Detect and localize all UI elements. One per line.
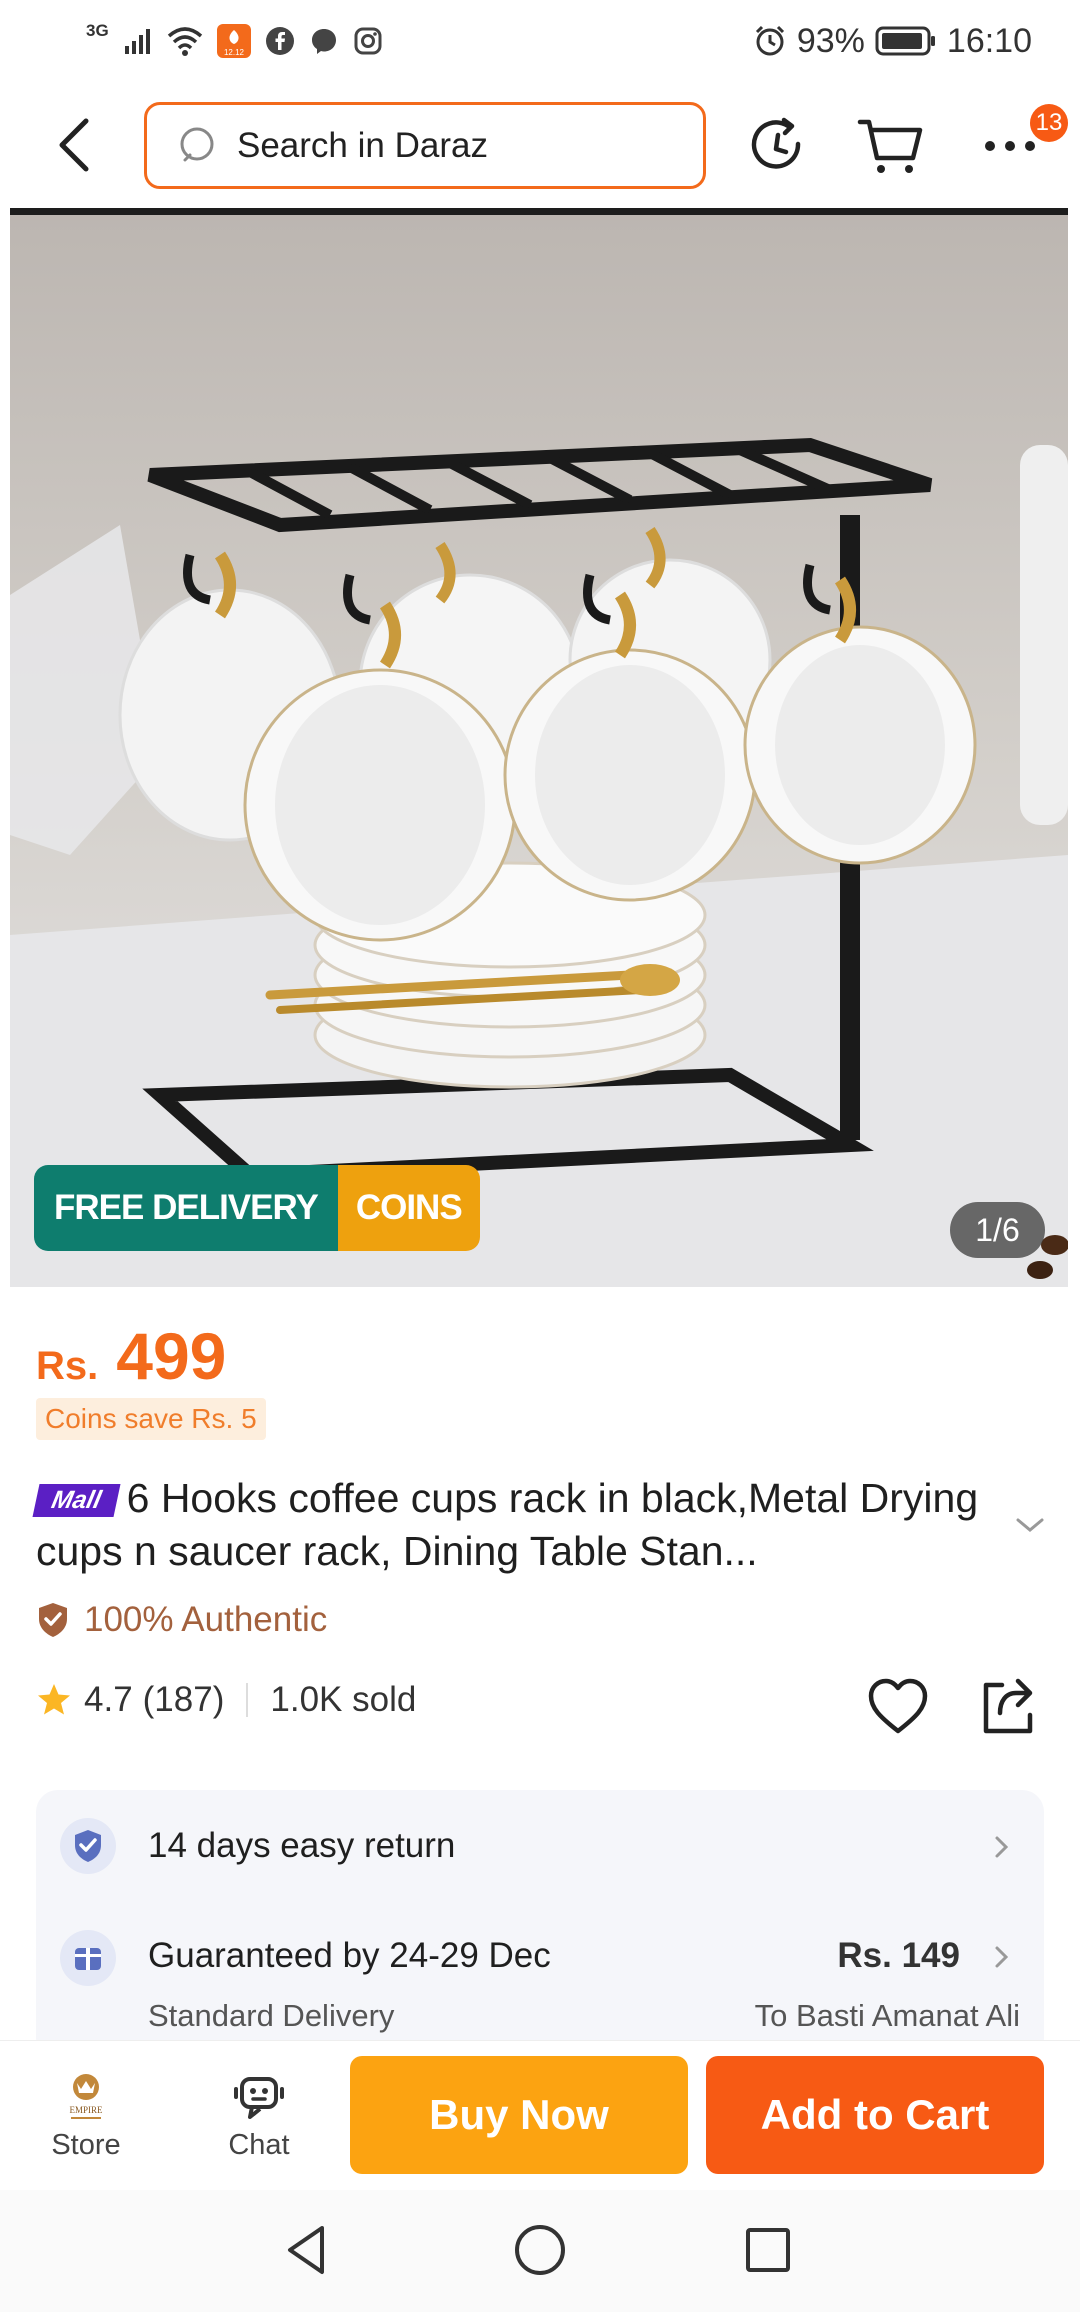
battery-percent: 93% xyxy=(796,21,865,60)
shield-check-icon xyxy=(39,1603,67,1637)
sold-count: 1.0K sold xyxy=(270,1680,417,1719)
coins-save-badge: Coins save Rs. 5 xyxy=(36,1398,266,1440)
bottom-action-bar: EMPIRE Store Chat Buy Now Add to Cart xyxy=(0,2040,1080,2190)
svg-text:EMPIRE: EMPIRE xyxy=(69,2105,103,2115)
facebook-icon xyxy=(265,26,295,56)
price: Rs. 499 xyxy=(36,1318,226,1394)
search-placeholder: Search in Daraz xyxy=(237,125,488,165)
wishlist-heart-icon[interactable] xyxy=(866,1675,930,1739)
back-button[interactable] xyxy=(44,110,104,180)
chat-label: Chat xyxy=(228,2129,290,2161)
rating-value: 4.7 xyxy=(84,1680,133,1719)
signal-icon xyxy=(123,26,153,56)
return-policy-row[interactable]: 14 days easy return xyxy=(60,1818,1020,1878)
alarm-icon xyxy=(753,24,787,58)
product-title-text: 6 Hooks coffee cups rack in black,Metal … xyxy=(36,1475,979,1574)
nav-recents-icon[interactable] xyxy=(738,2220,798,2280)
share-icon[interactable] xyxy=(976,1675,1038,1739)
divider xyxy=(10,208,1068,215)
top-nav: Search in Daraz xyxy=(0,82,1080,208)
chat-robot-icon xyxy=(234,2077,284,2119)
nav-home-icon[interactable] xyxy=(510,2220,570,2280)
status-bar: 3G 12.12 93% 16:10 xyxy=(0,0,1080,82)
messenger-icon xyxy=(309,26,339,56)
wifi-icon xyxy=(167,26,203,56)
free-delivery-tag: FREE DELIVERY xyxy=(34,1165,338,1251)
network-type: 3G xyxy=(86,21,109,40)
separator xyxy=(246,1683,249,1717)
image-counter: 1/6 xyxy=(950,1202,1045,1258)
notification-badge: 13 xyxy=(1030,104,1068,142)
service-info-card: 14 days easy return Guaranteed by 24-29 … xyxy=(36,1790,1044,2060)
delivery-box-icon xyxy=(60,1930,116,1986)
daraz-app-icon: 12.12 xyxy=(216,24,251,58)
more-dots-icon xyxy=(985,141,1035,151)
history-button[interactable] xyxy=(744,112,812,180)
authentic-badge: 100% Authentic xyxy=(36,1600,327,1640)
delivery-type: Standard Delivery xyxy=(148,1998,395,2033)
return-text: 14 days easy return xyxy=(148,1826,456,1865)
product-title[interactable]: Mall 6 Hooks coffee cups rack in black,Me… xyxy=(32,1472,996,1578)
clock: 16:10 xyxy=(946,21,1032,60)
cart-icon xyxy=(857,119,923,173)
chat-button[interactable]: Chat xyxy=(214,2069,304,2162)
product-photo xyxy=(10,437,1068,1287)
promo-tags: FREE DELIVERY COINS xyxy=(34,1165,480,1251)
product-image-gallery[interactable]: FREE DELIVERY COINS 1/6 xyxy=(10,215,1068,1287)
buy-now-button[interactable]: Buy Now xyxy=(350,2056,688,2174)
delivery-destination: To Basti Amanat Ali xyxy=(754,1998,1020,2033)
search-bar[interactable]: Search in Daraz xyxy=(144,102,706,189)
search-icon xyxy=(180,127,214,161)
store-label: Store xyxy=(51,2129,121,2161)
return-shield-icon xyxy=(60,1818,116,1874)
delivery-guarantee-text: Guaranteed by 24-29 Dec xyxy=(148,1936,551,1975)
chevron-right-icon xyxy=(995,1836,1009,1858)
cart-button[interactable] xyxy=(856,112,924,180)
delivery-row[interactable]: Guaranteed by 24-29 Dec Rs. 149 Standard… xyxy=(60,1930,1020,2040)
store-button[interactable]: EMPIRE Store xyxy=(44,2069,128,2162)
authentic-text: 100% Authentic xyxy=(84,1600,328,1639)
coins-tag: COINS xyxy=(337,1165,480,1251)
mall-badge: Mall xyxy=(32,1484,121,1517)
star-icon xyxy=(38,1684,70,1715)
expand-title-chevron-icon[interactable] xyxy=(1010,1510,1050,1540)
history-icon xyxy=(751,117,801,169)
price-currency: Rs. xyxy=(36,1344,99,1388)
chevron-right-icon xyxy=(995,1946,1009,1968)
rating-row[interactable]: 4.7 (187) 1.0K sold xyxy=(36,1680,416,1720)
instagram-icon xyxy=(353,26,383,56)
back-arrow-icon xyxy=(59,118,89,172)
battery-icon xyxy=(875,25,937,57)
nav-back-icon[interactable] xyxy=(278,2220,338,2280)
review-count: (187) xyxy=(142,1680,225,1719)
store-logo-icon: EMPIRE xyxy=(69,2074,103,2119)
delivery-fee: Rs. 149 xyxy=(837,1936,960,1975)
price-amount: 499 xyxy=(116,1319,227,1393)
system-nav-bar xyxy=(0,2190,1080,2312)
add-to-cart-button[interactable]: Add to Cart xyxy=(706,2056,1044,2174)
svg-text:12.12: 12.12 xyxy=(224,48,245,57)
